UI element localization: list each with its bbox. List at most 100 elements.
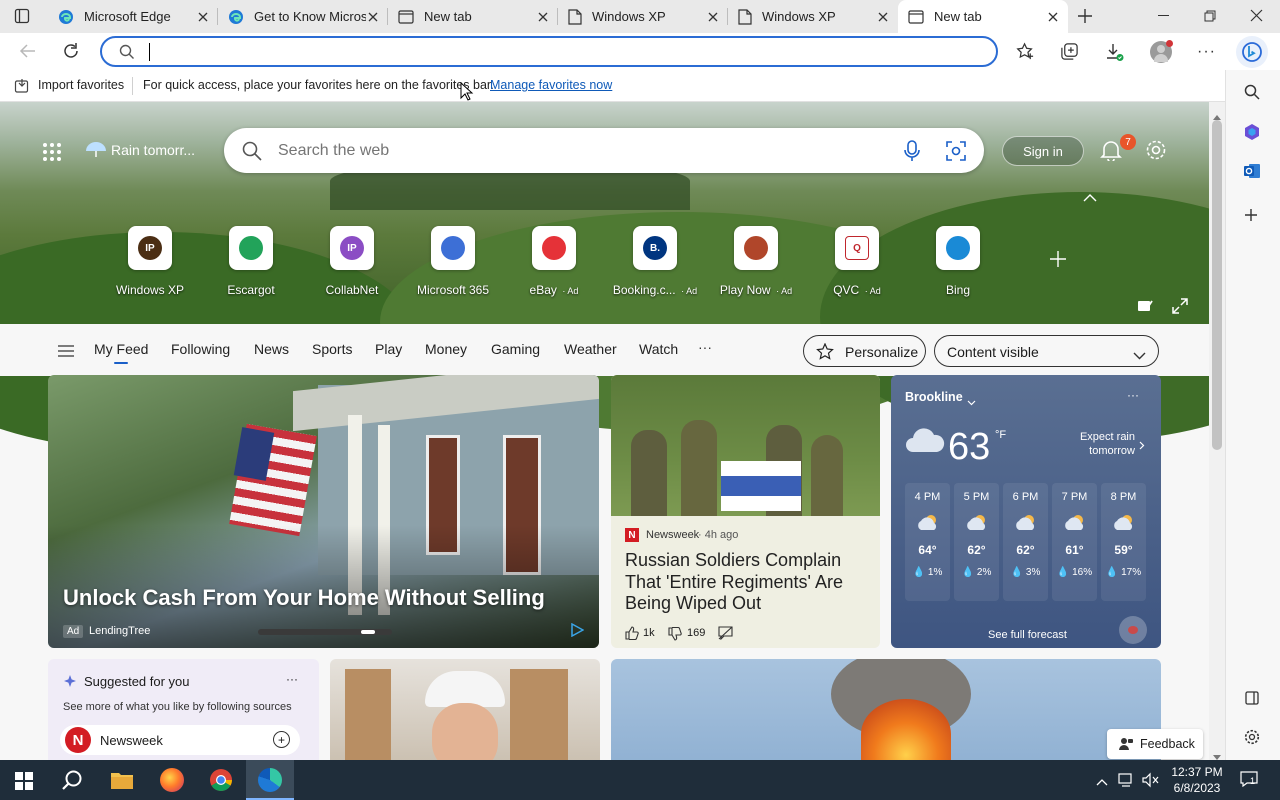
follow-button[interactable]: + [273, 731, 290, 748]
see-full-forecast-link[interactable]: See full forecast [988, 629, 1067, 641]
suggested-source-row[interactable]: N Newsweek + [60, 725, 300, 755]
tab-4[interactable]: Windows XP [558, 0, 728, 33]
shortcut-tile[interactable]: IP Windows XP [100, 226, 200, 297]
main-headline[interactable]: Unlock Cash From Your Home Without Selli… [63, 585, 545, 611]
news-headline[interactable]: Russian Soldiers Complain That 'Entire R… [625, 550, 870, 615]
microphone-icon[interactable] [904, 140, 920, 165]
shortcut-tile[interactable]: Play Now · Ad [706, 226, 806, 297]
outlook-icon[interactable] [1243, 162, 1261, 183]
explosion-story-card[interactable] [611, 659, 1161, 760]
notifications-bell-icon[interactable] [1100, 139, 1122, 164]
rain-forecast-text[interactable]: Expect rain tomorrow [1061, 430, 1135, 458]
shortcut-tile[interactable]: Microsoft 365 [403, 226, 503, 297]
more-options-icon[interactable]: ··· [1197, 43, 1216, 61]
tab-5[interactable]: Windows XP [728, 0, 898, 33]
close-tab-icon[interactable] [366, 10, 380, 24]
hide-sidebar-icon[interactable] [1245, 691, 1259, 708]
main-story-card[interactable]: Unlock Cash From Your Home Without Selli… [48, 375, 599, 648]
comment-off-icon[interactable] [718, 626, 733, 643]
volume-muted-icon[interactable] [1142, 772, 1160, 791]
adchoices-icon[interactable] [570, 622, 585, 640]
network-icon[interactable] [1118, 772, 1136, 791]
edit-background-icon[interactable] [1137, 298, 1153, 317]
menu-icon[interactable] [58, 345, 74, 360]
action-center-icon[interactable]: 1 [1240, 771, 1258, 790]
ad-source[interactable]: LendingTree [89, 625, 150, 637]
chrome-icon[interactable] [209, 768, 233, 795]
weather-location[interactable]: Brookline [905, 390, 963, 404]
downloads-icon[interactable] [1105, 42, 1125, 65]
personalize-button[interactable]: Personalize [803, 335, 926, 367]
feedback-button[interactable]: Feedback [1107, 729, 1203, 759]
minimize-button[interactable] [1158, 15, 1169, 16]
tab-3[interactable]: New tab [388, 0, 558, 33]
dislike-icon[interactable] [668, 626, 682, 644]
shortcut-tile[interactable]: Q QVC · Ad [807, 226, 907, 297]
collapse-chevron-icon[interactable] [1083, 190, 1097, 205]
import-favorites-button[interactable]: Import favorites [38, 78, 124, 92]
settings-gear-icon[interactable] [1145, 139, 1167, 164]
feed-tab[interactable]: Following [171, 341, 230, 357]
shortcut-tile[interactable]: IP CollabNet [302, 226, 402, 297]
edge-taskbar-button[interactable] [246, 760, 294, 800]
shortcut-tile[interactable]: Escargot [201, 226, 301, 297]
feed-tab[interactable]: Sports [312, 341, 352, 357]
sign-in-button[interactable]: Sign in [1002, 136, 1084, 166]
feed-tab[interactable]: Money [425, 341, 467, 357]
clock[interactable]: 12:37 PM 6/8/2023 [1170, 764, 1224, 796]
news-source[interactable]: Newsweek [646, 529, 699, 541]
content-visibility-dropdown[interactable]: Content visible [934, 335, 1159, 367]
favorites-icon[interactable] [1016, 42, 1035, 64]
shortcut-tile[interactable]: Bing [908, 226, 1008, 297]
web-search-input[interactable] [278, 140, 878, 162]
add-sidebar-app-icon[interactable] [1244, 208, 1258, 225]
weather-more-icon[interactable]: ··· [1127, 388, 1139, 402]
close-tab-icon[interactable] [706, 10, 720, 24]
page-scrollbar[interactable] [1209, 102, 1225, 760]
weather-summary[interactable]: Rain tomorr... [111, 142, 195, 158]
web-search-box[interactable] [224, 128, 984, 173]
windows-start-icon[interactable] [15, 772, 33, 793]
shortcut-tile[interactable]: B. Booking.c... · Ad [605, 226, 705, 297]
refresh-button[interactable] [62, 42, 80, 63]
weather-map-thumb[interactable] [1119, 616, 1147, 644]
file-explorer-icon[interactable] [110, 770, 134, 793]
feed-tab[interactable]: Watch [639, 341, 678, 357]
weather-card[interactable]: Brookline ··· 63 °F Expect rain tomorrow… [891, 375, 1161, 648]
feed-tab[interactable]: Weather [564, 341, 617, 357]
visual-search-icon[interactable] [946, 141, 966, 164]
search-icon[interactable] [1244, 84, 1260, 103]
sidebar-settings-icon[interactable] [1244, 729, 1260, 748]
shortcut-tile[interactable]: eBay · Ad [504, 226, 604, 297]
new-tab-button[interactable] [1076, 7, 1094, 28]
expand-icon[interactable] [1172, 298, 1188, 317]
like-icon[interactable] [625, 626, 639, 643]
feed-tab[interactable]: News [254, 341, 289, 357]
taskbar-search-icon[interactable] [61, 769, 83, 794]
tab-actions-icon[interactable] [14, 8, 30, 27]
show-hidden-icons-chevron-icon[interactable] [1096, 774, 1108, 789]
apps-launcher-icon[interactable] [42, 142, 62, 165]
microsoft-365-icon[interactable] [1243, 123, 1261, 144]
product-story-card[interactable] [330, 659, 600, 760]
address-input[interactable] [148, 42, 968, 62]
close-tab-icon[interactable] [196, 10, 210, 24]
chevron-down-icon[interactable] [967, 394, 976, 409]
address-bar[interactable] [100, 36, 998, 67]
scroll-thumb[interactable] [1212, 120, 1222, 450]
firefox-icon[interactable] [160, 768, 184, 792]
profile-avatar[interactable] [1150, 40, 1173, 63]
feed-tab[interactable]: My Feed [94, 341, 148, 357]
news-story-card[interactable]: N Newsweek · 4h ago Russian Soldiers Com… [611, 375, 880, 648]
tab-2[interactable]: Get to Know Micros [218, 0, 388, 33]
chevron-right-icon[interactable] [1139, 438, 1145, 453]
suggested-more-icon[interactable]: ··· [286, 672, 298, 686]
manage-favorites-link[interactable]: Manage favorites now [490, 78, 612, 92]
close-tab-icon[interactable] [876, 10, 890, 24]
add-shortcut-icon[interactable] [1049, 250, 1067, 271]
tab-6[interactable]: New tab [898, 0, 1068, 33]
feed-tab[interactable]: Play [375, 341, 402, 357]
close-tab-icon[interactable] [1046, 10, 1060, 24]
close-tab-icon[interactable] [536, 10, 550, 24]
bing-chat-icon[interactable] [1236, 36, 1268, 68]
